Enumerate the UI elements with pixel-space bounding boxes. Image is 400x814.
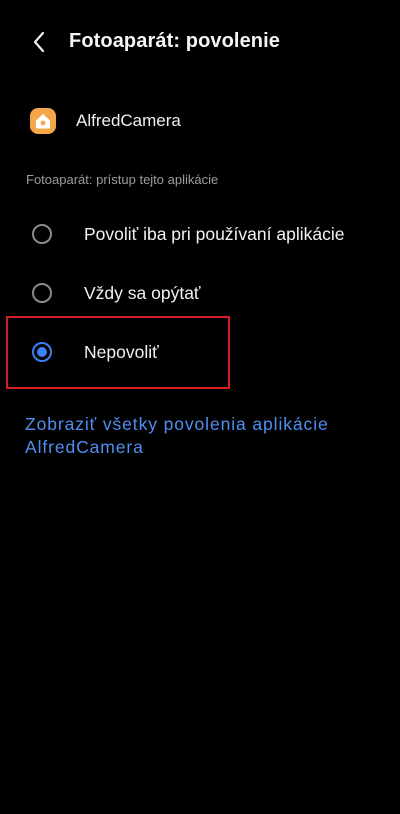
option-allow-while-using[interactable]: Povoliť iba pri používaní aplikácie	[0, 205, 400, 263]
radio-button[interactable]	[32, 224, 52, 244]
page-title: Fotoaparát: povolenie	[69, 30, 281, 52]
option-label: Nepovoliť	[84, 341, 159, 362]
back-button[interactable]	[24, 28, 54, 60]
option-label: Vždy sa opýtať	[84, 282, 201, 303]
radio-button-selected[interactable]	[32, 342, 52, 362]
chevron-left-icon	[32, 30, 46, 59]
app-bar: Fotoaparát: povolenie	[0, 18, 400, 70]
app-info-row: AlfredCamera	[30, 105, 181, 137]
option-label: Povoliť iba pri používaní aplikácie	[84, 223, 345, 244]
app-name: AlfredCamera	[76, 111, 181, 130]
section-label: Fotoaparát: prístup tejto aplikácie	[26, 172, 219, 187]
alfredcamera-home-icon	[30, 108, 56, 134]
option-deny[interactable]: Nepovoliť	[0, 323, 400, 381]
view-all-permissions-link[interactable]: Zobraziť všetky povolenia aplikácie Alfr…	[25, 413, 385, 459]
option-ask-every-time[interactable]: Vždy sa opýtať	[0, 264, 400, 322]
permission-screen: Fotoaparát: povolenie AlfredCamera Fotoa…	[0, 0, 400, 814]
radio-button[interactable]	[32, 283, 52, 303]
